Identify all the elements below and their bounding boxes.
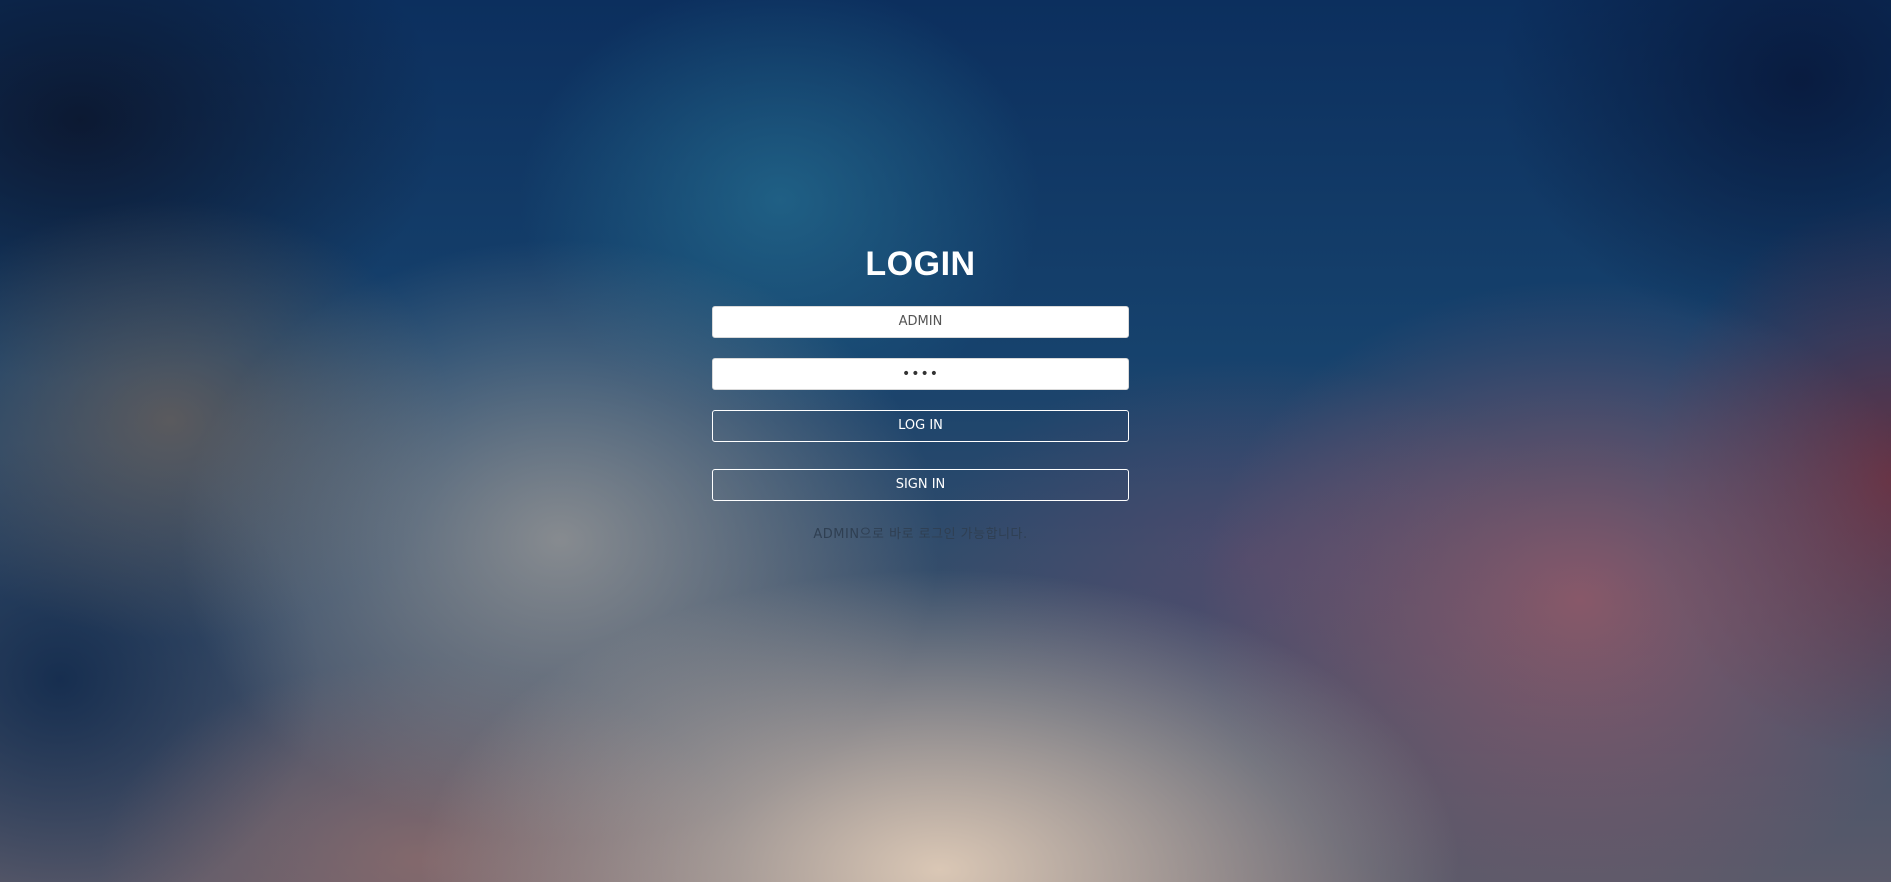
user-id-input[interactable]: ADMIN (712, 306, 1129, 338)
login-form: LOGIN ADMIN •••• LOG IN SIGN IN ADMIN으로 … (712, 236, 1129, 542)
password-input[interactable]: •••• (712, 358, 1129, 390)
login-title: LOGIN (865, 245, 976, 283)
password-value: •••• (901, 366, 940, 382)
sign-in-button[interactable]: SIGN IN (712, 469, 1129, 501)
user-id-value: ADMIN (898, 314, 943, 329)
login-hint-text: ADMIN으로 바로 로그인 가능합니다. (813, 527, 1028, 542)
login-button[interactable]: LOG IN (712, 410, 1129, 442)
